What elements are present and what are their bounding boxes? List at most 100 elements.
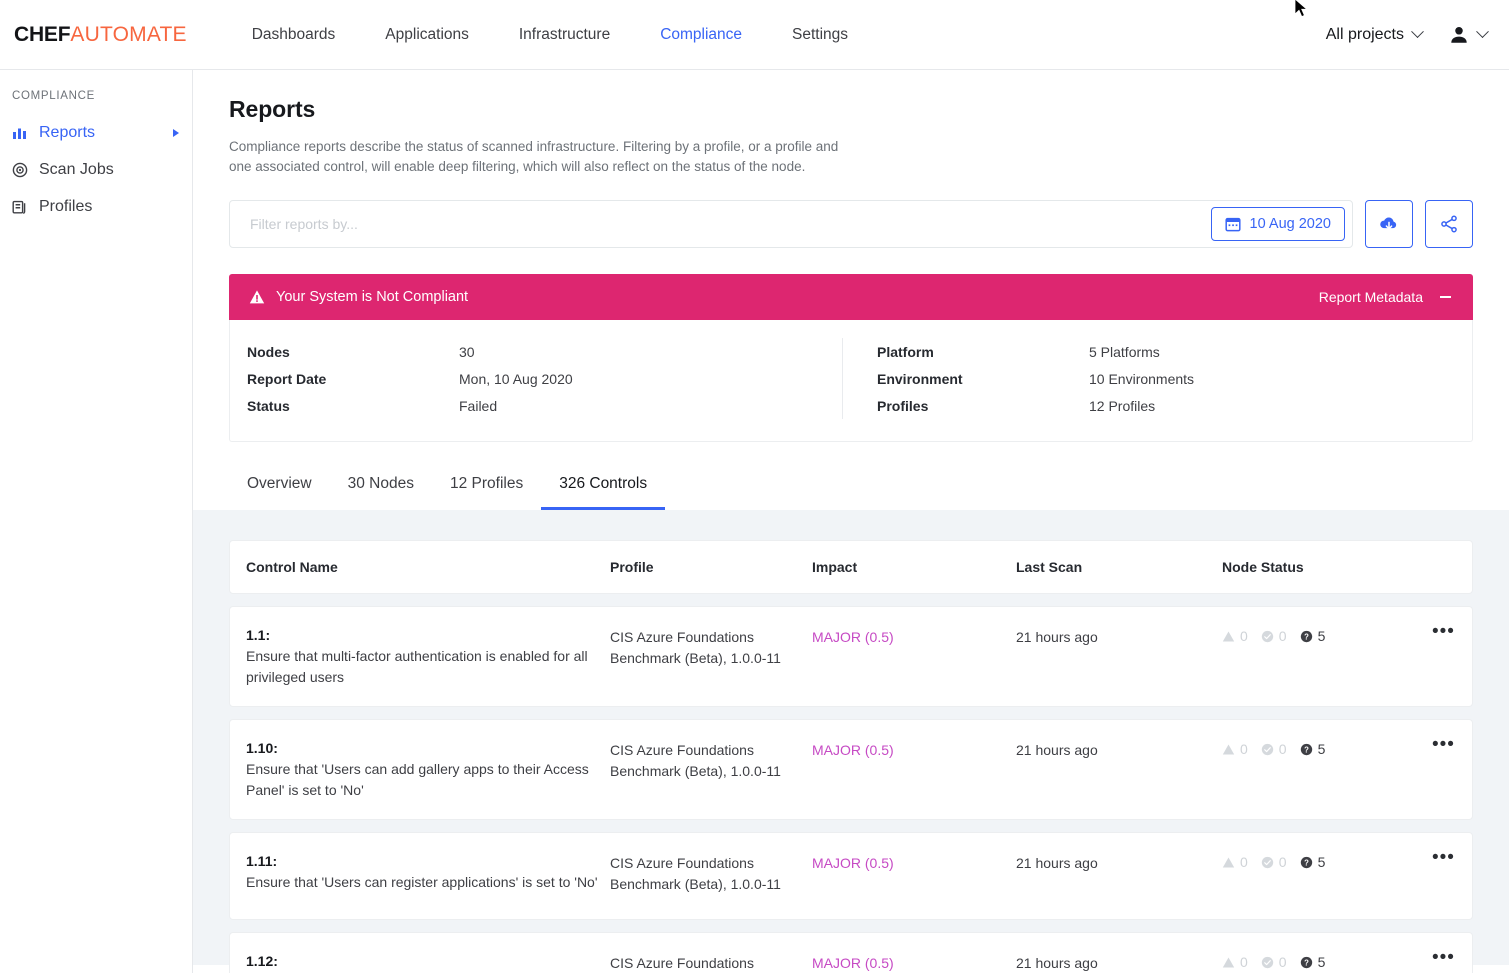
projects-selector-label: All projects — [1326, 26, 1404, 44]
cell-profile: CIS Azure Foundations Benchmark (Beta), … — [610, 951, 812, 973]
check-circle-icon — [1261, 956, 1274, 969]
download-button[interactable] — [1365, 200, 1413, 248]
controls-table-area: Control Name Profile Impact Last Scan No… — [193, 510, 1509, 965]
cell-profile: CIS Azure Foundations Benchmark (Beta), … — [610, 851, 812, 895]
sidebar-item-profiles-label: Profiles — [39, 198, 92, 216]
page-description: Compliance reports describe the status o… — [229, 137, 859, 177]
node-status-group: 0 0 ? — [1222, 853, 1428, 870]
collapse-minus-icon[interactable] — [1440, 296, 1451, 298]
table-row[interactable]: 1.1: Ensure that multi-factor authentica… — [229, 606, 1473, 707]
report-metadata-toggle[interactable]: Report Metadata — [1319, 289, 1423, 305]
user-avatar-icon — [1448, 24, 1470, 46]
metadata-value: Mon, 10 Aug 2020 — [459, 371, 573, 387]
report-metadata-panel: Nodes 30 Report Date Mon, 10 Aug 2020 St… — [229, 320, 1473, 442]
question-circle-icon: ? — [1300, 630, 1313, 643]
profile-name: CIS Azure Foundations Benchmark (Beta), … — [610, 953, 812, 973]
control-id: 1.11: — [246, 851, 610, 872]
metadata-row: Report Date Mon, 10 Aug 2020 — [247, 365, 842, 392]
status-failed: 0 — [1222, 741, 1248, 757]
brand-logo[interactable]: CHEFAUTOMATE — [14, 23, 187, 47]
last-scan-time: 21 hours ago — [1016, 953, 1222, 973]
cell-last-scan: 21 hours ago — [1016, 951, 1222, 973]
tab-controls[interactable]: 326 Controls — [541, 475, 665, 510]
status-skipped-count: 5 — [1318, 954, 1326, 970]
user-menu[interactable] — [1448, 24, 1487, 46]
nav-item-compliance[interactable]: Compliance — [635, 26, 767, 44]
share-button[interactable] — [1425, 200, 1473, 248]
page-title: Reports — [229, 70, 1473, 123]
tab-profiles[interactable]: 12 Profiles — [432, 475, 541, 510]
sidebar-item-scan-jobs[interactable]: Scan Jobs — [0, 151, 192, 188]
sidebar-item-profiles[interactable]: Profiles — [0, 188, 192, 225]
cell-profile: CIS Azure Foundations Benchmark (Beta), … — [610, 625, 812, 669]
control-id: 1.12: — [246, 951, 610, 972]
row-actions-menu-icon[interactable]: ••• — [1432, 853, 1455, 863]
book-icon — [12, 199, 28, 215]
metadata-value: 30 — [459, 344, 475, 360]
table-row[interactable]: 1.11: Ensure that 'Users can register ap… — [229, 832, 1473, 920]
projects-selector[interactable]: All projects — [1326, 26, 1422, 44]
alert-message: Your System is Not Compliant — [276, 289, 468, 305]
impact-badge[interactable]: MAJOR (0.5) — [812, 953, 1016, 973]
sidebar-item-reports-label: Reports — [39, 124, 95, 142]
tab-overview[interactable]: Overview — [229, 475, 330, 510]
cell-control-name: 1.11: Ensure that 'Users can register ap… — [230, 851, 610, 893]
row-actions-menu-icon[interactable]: ••• — [1432, 627, 1455, 637]
question-circle-icon: ? — [1300, 956, 1313, 969]
check-circle-icon — [1261, 630, 1274, 643]
metadata-row: Nodes 30 — [247, 338, 842, 365]
table-row[interactable]: 1.10: Ensure that 'Users can add gallery… — [229, 719, 1473, 820]
cell-control-name: 1.10: Ensure that 'Users can add gallery… — [230, 738, 610, 801]
date-picker-button[interactable]: 10 Aug 2020 — [1211, 207, 1345, 241]
metadata-key: Report Date — [247, 371, 459, 387]
metadata-row: Environment 10 Environments — [877, 365, 1472, 392]
status-failed-count: 0 — [1240, 954, 1248, 970]
status-failed: 0 — [1222, 854, 1248, 870]
warning-triangle-icon — [1222, 956, 1235, 969]
cell-last-scan: 21 hours ago — [1016, 851, 1222, 874]
status-skipped: ? 5 — [1300, 628, 1326, 644]
search-input[interactable] — [250, 216, 1211, 232]
cell-actions: ••• — [1428, 851, 1472, 863]
metadata-value: 10 Environments — [1089, 371, 1194, 387]
status-passed: 0 — [1261, 954, 1287, 970]
sidebar: COMPLIANCE Reports Scan Jobs — [0, 70, 193, 973]
brand-automate-text: AUTOMATE — [70, 23, 186, 46]
cell-actions: ••• — [1428, 625, 1472, 637]
cell-impact: MAJOR (0.5) — [812, 625, 1016, 648]
primary-nav-links: Dashboards Applications Infrastructure C… — [227, 26, 873, 44]
nav-item-applications[interactable]: Applications — [360, 26, 494, 44]
share-icon — [1439, 214, 1459, 234]
impact-badge[interactable]: MAJOR (0.5) — [812, 740, 1016, 761]
sidebar-heading: COMPLIANCE — [0, 90, 192, 114]
check-circle-icon — [1261, 856, 1274, 869]
table-row[interactable]: 1.12: Ensure that 'Guest users permissio… — [229, 932, 1473, 973]
calendar-icon — [1225, 216, 1241, 232]
check-circle-icon — [1261, 743, 1274, 756]
impact-badge[interactable]: MAJOR (0.5) — [812, 853, 1016, 874]
user-menu-chevron-down-icon — [1476, 25, 1489, 38]
warning-triangle-icon — [1222, 743, 1235, 756]
control-id: 1.1: — [246, 625, 610, 646]
status-failed: 0 — [1222, 954, 1248, 970]
sidebar-item-reports[interactable]: Reports — [0, 114, 192, 151]
column-header-control-name: Control Name — [230, 559, 610, 575]
warning-triangle-icon — [1222, 630, 1235, 643]
main-content: Reports Compliance reports describe the … — [193, 70, 1509, 973]
question-circle-icon: ? — [1300, 856, 1313, 869]
filter-box: 10 Aug 2020 — [229, 200, 1353, 248]
nav-item-settings[interactable]: Settings — [767, 26, 873, 44]
row-actions-menu-icon[interactable]: ••• — [1432, 953, 1455, 963]
nav-item-dashboards[interactable]: Dashboards — [227, 26, 361, 44]
cell-impact: MAJOR (0.5) — [812, 738, 1016, 761]
tab-nodes[interactable]: 30 Nodes — [330, 475, 432, 510]
nav-item-infrastructure[interactable]: Infrastructure — [494, 26, 635, 44]
sidebar-active-arrow-icon — [173, 129, 179, 137]
status-skipped: ? 5 — [1300, 854, 1326, 870]
svg-text:?: ? — [1304, 745, 1309, 754]
status-skipped-count: 5 — [1318, 628, 1326, 644]
impact-badge[interactable]: MAJOR (0.5) — [812, 627, 1016, 648]
row-actions-menu-icon[interactable]: ••• — [1432, 740, 1455, 750]
cell-impact: MAJOR (0.5) — [812, 951, 1016, 973]
cell-profile: CIS Azure Foundations Benchmark (Beta), … — [610, 738, 812, 782]
